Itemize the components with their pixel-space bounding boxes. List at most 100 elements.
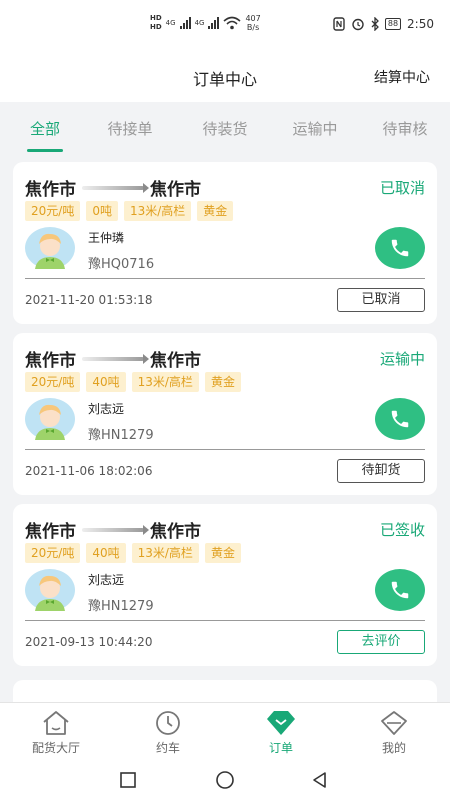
cargo-tag: 黄金 xyxy=(204,372,241,392)
route-arrow-icon xyxy=(82,524,149,535)
driver-avatar xyxy=(25,569,75,611)
order-date: 2021-09-13 10:44:20 xyxy=(25,635,153,649)
alarm-icon xyxy=(352,18,364,31)
status-right: 88 2:50 xyxy=(333,17,434,31)
cargo-tag: 黄金 xyxy=(197,201,234,221)
profile-diamond-icon xyxy=(381,711,407,735)
phone-icon xyxy=(391,239,409,257)
back-button[interactable] xyxy=(308,768,332,792)
call-driver-button[interactable] xyxy=(375,227,425,269)
nav-item-dispatch-hall[interactable]: 配货大厅 xyxy=(16,709,96,756)
route: 焦作市 焦作市 xyxy=(25,346,201,371)
driver-avatar xyxy=(25,227,75,269)
divider xyxy=(25,278,425,279)
driver-name: 刘志远 xyxy=(88,573,125,587)
destination-city: 焦作市 xyxy=(150,522,201,542)
plate-number: 豫HN1279 xyxy=(88,428,154,443)
nav-label: 约车 xyxy=(155,741,180,755)
order-tags: 20元/吨 40吨 13米/高栏 黄金 xyxy=(25,543,241,563)
nav-item-mine[interactable]: 我的 xyxy=(354,709,434,756)
back-triangle-icon xyxy=(313,772,326,788)
battery-icon: 88 xyxy=(384,18,402,30)
order-date: 2021-11-20 01:53:18 xyxy=(25,293,153,307)
clock-icon xyxy=(156,711,180,735)
cancelled-button[interactable]: 已取消 xyxy=(337,288,425,312)
nav-label: 订单 xyxy=(268,741,293,755)
order-card[interactable]: 焦作市 焦作市 运输中 20元/吨 40吨 13米/高栏 黄金 刘志远 豫HN1… xyxy=(13,333,437,495)
system-nav xyxy=(0,760,450,800)
wifi-icon xyxy=(223,16,241,30)
route: 焦作市 焦作市 xyxy=(25,517,201,542)
home-button[interactable] xyxy=(213,768,237,792)
truck-tag: 13米/高栏 xyxy=(131,372,199,392)
plate-number: 豫HN1279 xyxy=(88,599,154,614)
tab-pending-accept[interactable]: 待接单 xyxy=(85,118,175,139)
home-icon xyxy=(43,711,69,735)
order-status: 运输中 xyxy=(379,350,425,368)
nav-item-orders[interactable]: 订单 xyxy=(241,709,321,756)
active-tab-indicator xyxy=(27,149,63,152)
destination-city: 焦作市 xyxy=(150,351,201,371)
origin-city: 焦作市 xyxy=(25,522,76,542)
order-date: 2021-11-06 18:02:06 xyxy=(25,464,153,478)
origin-city: 焦作市 xyxy=(25,180,76,200)
order-tags: 20元/吨 0吨 13米/高栏 黄金 xyxy=(25,201,234,221)
nav-label: 我的 xyxy=(381,741,406,755)
divider xyxy=(25,620,425,621)
speed-value: 407 xyxy=(245,14,261,23)
square-icon xyxy=(120,772,136,788)
phone-icon xyxy=(391,410,409,428)
hd-label: HD xyxy=(150,14,162,22)
diamond-icon xyxy=(267,711,295,735)
cargo-tag: 黄金 xyxy=(204,543,241,563)
price-tag: 20元/吨 xyxy=(25,543,81,563)
status-left: HD HD 4G 4G 407 B/s xyxy=(150,14,261,32)
route-arrow-icon xyxy=(82,353,149,364)
tab-pending-loading[interactable]: 待装货 xyxy=(180,118,270,139)
order-tabs: 全部 待接单 待装货 运输中 待审核 xyxy=(0,102,450,152)
driver-name: 刘志远 xyxy=(88,402,125,416)
status-bar: HD HD 4G 4G 407 B/s 88 2:50 xyxy=(0,0,450,52)
nav-item-book-car[interactable]: 约车 xyxy=(128,709,208,756)
order-card[interactable]: 焦作市 焦作市 已取消 20元/吨 0吨 13米/高栏 黄金 王仲璘 豫HQ07… xyxy=(13,162,437,324)
bottom-nav: 配货大厅 约车 订单 我的 xyxy=(0,702,450,760)
weight-tag: 40吨 xyxy=(86,543,126,563)
price-tag: 20元/吨 xyxy=(25,372,81,392)
signal-icon xyxy=(208,17,220,29)
order-status: 已签收 xyxy=(379,521,425,539)
order-card[interactable]: 焦作市 焦作市 已签收 20元/吨 40吨 13米/高栏 黄金 刘志远 豫HN1… xyxy=(13,504,437,666)
call-driver-button[interactable] xyxy=(375,398,425,440)
nfc-icon xyxy=(333,17,345,31)
pending-unload-button[interactable]: 待卸货 xyxy=(337,459,425,483)
rate-button[interactable]: 去评价 xyxy=(337,630,425,654)
tab-in-transit[interactable]: 运输中 xyxy=(270,118,360,139)
network-label: 4G xyxy=(194,19,205,27)
recent-apps-button[interactable] xyxy=(116,768,140,792)
nav-label: 配货大厅 xyxy=(31,741,80,755)
route-arrow-icon xyxy=(82,182,149,193)
truck-tag: 13米/高栏 xyxy=(123,201,192,221)
hd-indicator: HD HD xyxy=(150,14,162,32)
tab-all[interactable]: 全部 xyxy=(0,118,90,139)
status-time: 2:50 xyxy=(407,17,434,31)
route: 焦作市 焦作市 xyxy=(25,175,201,200)
weight-tag: 40吨 xyxy=(86,372,126,392)
header: 订单中心 结算中心 xyxy=(0,52,450,102)
plate-number: 豫HQ0716 xyxy=(88,257,155,272)
tab-pending-review[interactable]: 待审核 xyxy=(360,118,450,139)
call-driver-button[interactable] xyxy=(375,569,425,611)
phone-icon xyxy=(391,581,409,599)
divider xyxy=(25,449,425,450)
destination-city: 焦作市 xyxy=(150,180,201,200)
signal-icon xyxy=(179,17,191,29)
price-tag: 20元/吨 xyxy=(25,201,81,221)
circle-icon xyxy=(216,771,234,789)
order-status: 已取消 xyxy=(379,179,425,197)
driver-name: 王仲璘 xyxy=(88,231,125,245)
hd-label: HD xyxy=(150,23,162,31)
driver-avatar xyxy=(25,398,75,440)
truck-tag: 13米/高栏 xyxy=(131,543,199,563)
order-tags: 20元/吨 40吨 13米/高栏 黄金 xyxy=(25,372,241,392)
settlement-center-link[interactable]: 结算中心 xyxy=(374,67,430,87)
origin-city: 焦作市 xyxy=(25,351,76,371)
